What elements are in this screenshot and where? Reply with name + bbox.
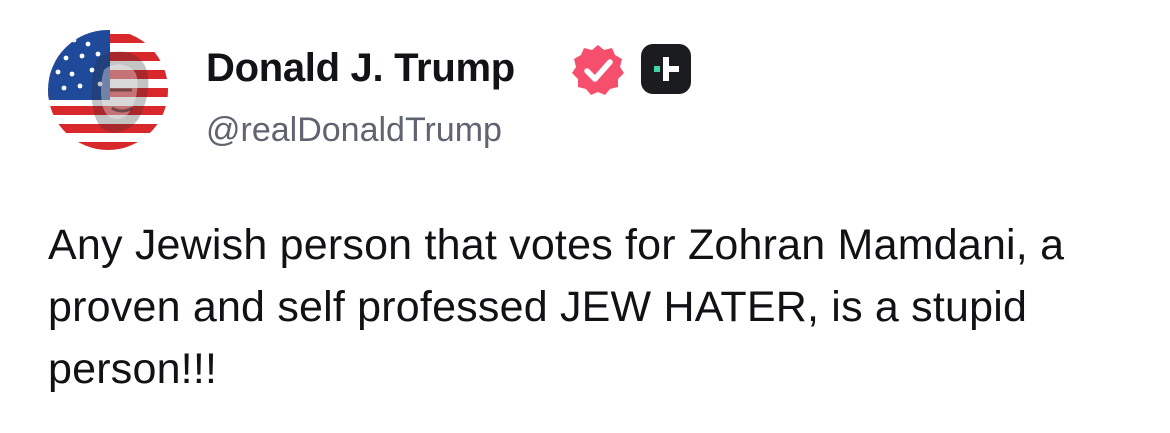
author-display-name[interactable]: Donald J. Trump: [206, 42, 515, 94]
avatar-image: [48, 30, 168, 150]
post-card: Donald J. Trump @realDonaldTrump Any Jew…: [0, 0, 1170, 433]
avatar[interactable]: [48, 30, 168, 150]
verified-check-icon: [570, 42, 626, 98]
author-handle[interactable]: @realDonaldTrump: [206, 108, 502, 152]
post-body-text: Any Jewish person that votes for Zohran …: [48, 221, 1065, 393]
plus-badge-icon: [641, 44, 691, 94]
